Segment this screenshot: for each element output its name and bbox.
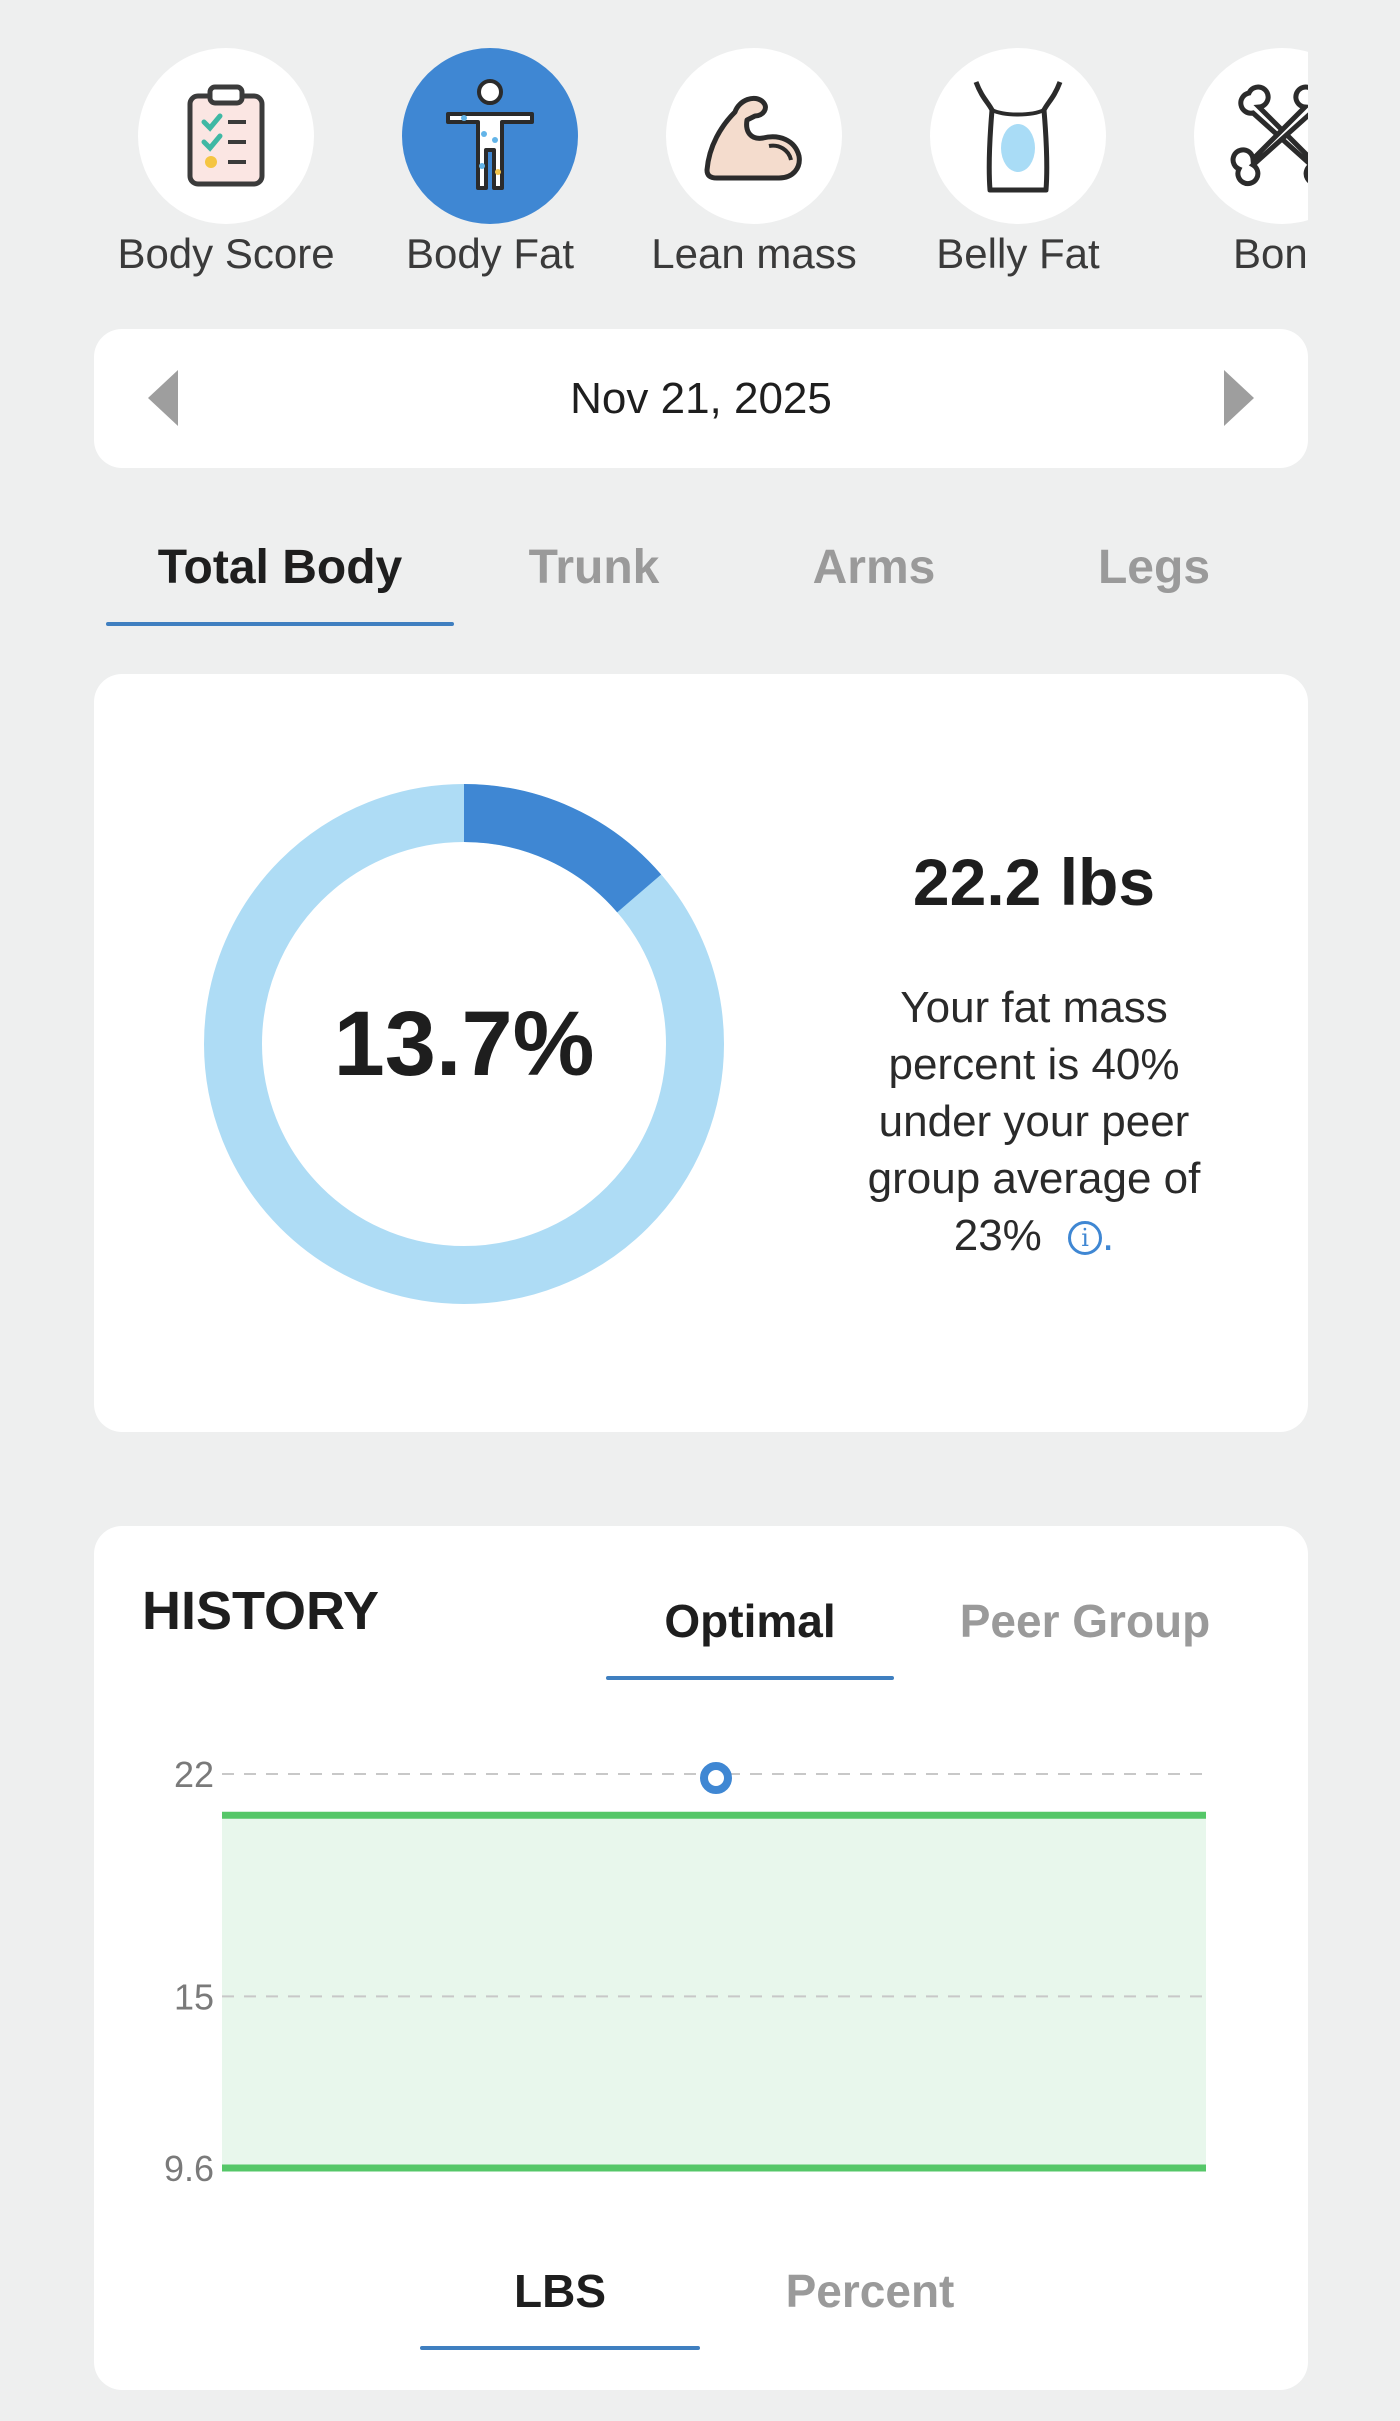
category-label: Lean mass [651, 230, 857, 277]
category-label: Belly Fat [936, 230, 1100, 277]
active-tab-indicator [106, 622, 454, 626]
tab-legs[interactable]: Legs [1054, 540, 1254, 626]
belly-fat-icon-circle [930, 48, 1106, 224]
info-icon[interactable]: i [1068, 1221, 1103, 1256]
y-tick-label: 22 [174, 1754, 214, 1795]
category-label: Bone [1232, 230, 1308, 277]
fat-mass-description: Your fat mass percent is 40% under your … [834, 979, 1234, 1264]
tab-label: Legs [1097, 541, 1211, 594]
tab-label: Total Body [157, 541, 403, 594]
body-figure-icon [446, 79, 534, 190]
flexed-arm-icon [704, 95, 802, 181]
body-score-icon-circle [138, 48, 314, 224]
body-fat-donut-chart: 13.7% [204, 784, 724, 1304]
y-tick-label: 9.6 [164, 2148, 214, 2189]
category-lean-mass[interactable]: Lean mass [634, 48, 874, 288]
category-label: Body Fat [405, 230, 575, 277]
tab-label: Trunk [528, 541, 660, 594]
category-bone[interactable]: Bone [1162, 48, 1308, 288]
body-fat-percent: 13.7% [333, 992, 595, 1095]
tab-label: Percent [785, 2265, 955, 2317]
category-label: Body Score [117, 230, 335, 277]
selected-date[interactable]: Nov 21, 2025 [94, 329, 1308, 468]
category-carousel[interactable]: Body Score Body Fat Lean mass Belly Fat … [0, 0, 1308, 300]
region-tabs: Total Body Trunk Arms Legs [94, 540, 1308, 630]
lean-mass-icon-circle [666, 48, 842, 224]
date-navigator: Nov 21, 2025 [94, 329, 1308, 468]
history-data-point [700, 1762, 732, 1794]
body-fat-icon-circle [402, 48, 578, 224]
body-fat-summary-card: 13.7% 22.2 lbs Your fat mass percent is … [94, 674, 1308, 1432]
description-text: Your fat mass percent is 40% under your … [867, 983, 1201, 1260]
bone-icon-circle [1194, 48, 1308, 224]
fat-mass-value: 22.2 lbs [912, 845, 1156, 919]
tab-label: LBS [514, 2265, 606, 2317]
history-card: HISTORY Optimal Peer Group 22 15 9.6 LBS P… [94, 1526, 1308, 2390]
chevron-right-icon[interactable] [1224, 370, 1254, 426]
torso-icon [973, 81, 1063, 193]
category-body-fat[interactable]: Body Fat [370, 48, 610, 288]
crossed-bones-icon [1230, 84, 1308, 187]
history-chart: 22 15 9.6 [164, 1754, 1206, 2189]
description-end: . [1102, 1211, 1115, 1260]
y-tick-label: 15 [174, 1976, 214, 2017]
active-tab-indicator [420, 2346, 700, 2350]
optimal-range-band [222, 1815, 1206, 2168]
category-body-score[interactable]: Body Score [106, 48, 346, 288]
tab-trunk[interactable]: Trunk [494, 540, 694, 626]
tab-arms[interactable]: Arms [774, 540, 974, 626]
tab-lbs[interactable]: LBS [420, 2264, 700, 2350]
tab-total-body[interactable]: Total Body [106, 540, 454, 626]
tab-label: Arms [812, 541, 936, 594]
category-belly-fat[interactable]: Belly Fat [898, 48, 1138, 288]
tab-percent[interactable]: Percent [730, 2264, 1010, 2350]
clipboard-checklist-icon [187, 84, 265, 187]
